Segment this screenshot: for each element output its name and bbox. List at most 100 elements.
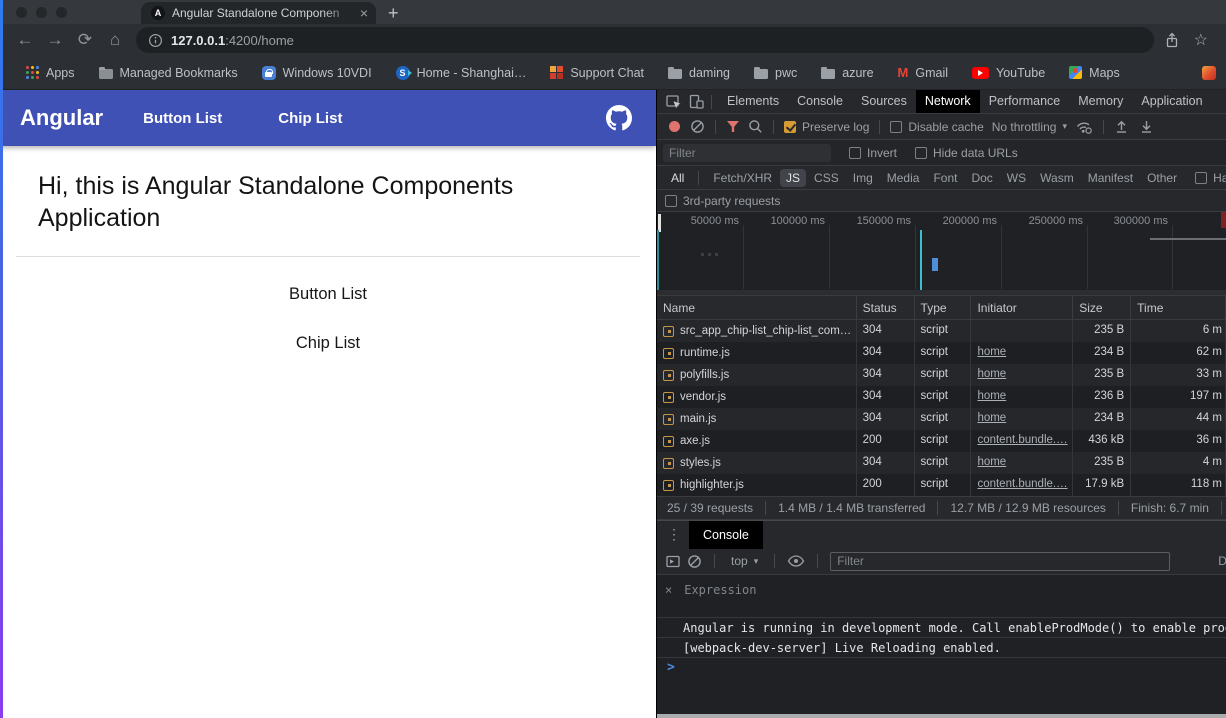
console-pane[interactable]: × Expression Angular is running in devel… (657, 575, 1226, 718)
bookmark-managed-bookmarks[interactable]: Managed Bookmarks (99, 66, 238, 80)
console-filter-input[interactable] (830, 552, 1170, 571)
bookmark-maps[interactable]: Maps (1069, 66, 1120, 80)
more-options-icon[interactable]: ⋮ (657, 526, 689, 543)
request-row[interactable]: vendor.js 304 script home 236 B 197 m (657, 386, 1226, 408)
initiator-link[interactable]: home (977, 368, 1006, 380)
hide-data-urls-checkbox[interactable]: Hide data URLs (915, 146, 1018, 160)
browser-tab[interactable]: A Angular Standalone Componen × (141, 2, 376, 24)
bookmark-folder-azure[interactable]: azure (821, 66, 873, 80)
third-party-checkbox[interactable]: 3rd-party requests (665, 194, 780, 208)
request-row[interactable]: runtime.js 304 script home 234 B 62 m (657, 342, 1226, 364)
request-row[interactable]: styles.js 304 script home 235 B 4 m (657, 452, 1226, 474)
type-filter-ws[interactable]: WS (1001, 169, 1032, 187)
site-info-icon[interactable] (148, 33, 163, 48)
network-conditions-icon[interactable] (1075, 119, 1093, 135)
window-close-button[interactable] (16, 7, 27, 18)
request-row[interactable]: main.js 304 script home 234 B 44 m (657, 408, 1226, 430)
type-filter-other[interactable]: Other (1141, 169, 1183, 187)
network-timeline-overview[interactable]: 50000 ms 100000 ms 150000 ms 200000 ms 2… (657, 212, 1226, 296)
network-filter-input[interactable] (663, 144, 831, 162)
bookmark-apps[interactable]: Apps (26, 66, 75, 80)
drawer-tab-console[interactable]: Console (689, 521, 763, 549)
inspect-element-icon[interactable] (665, 93, 682, 110)
bookmark-windows-10vdi[interactable]: Windows 10VDI (262, 66, 372, 80)
share-icon[interactable] (1164, 32, 1180, 49)
bookmark-youtube[interactable]: YouTube (972, 66, 1045, 80)
context-dropdown[interactable]: top ▾ (727, 554, 762, 568)
column-header-type[interactable]: Type (915, 296, 972, 319)
type-filter-all[interactable]: All (665, 169, 690, 187)
console-sidebar-icon[interactable] (665, 554, 681, 569)
default-levels-dropdown[interactable]: Default levels (1218, 554, 1226, 568)
request-row[interactable]: highlighter.js 200 script content.bundle… (657, 474, 1226, 496)
initiator-link[interactable]: home (977, 390, 1006, 402)
clear-console-icon[interactable] (687, 554, 702, 569)
type-filter-js[interactable]: JS (780, 169, 806, 187)
remove-expression-icon[interactable]: × (665, 583, 672, 617)
tab-elements[interactable]: Elements (718, 90, 788, 113)
type-filter-img[interactable]: Img (847, 169, 879, 187)
request-row[interactable]: axe.js 200 script content.bundle.… 436 k… (657, 430, 1226, 452)
console-prompt-icon[interactable]: > (657, 658, 1226, 678)
type-filter-wasm[interactable]: Wasm (1034, 169, 1080, 187)
type-filter-doc[interactable]: Doc (965, 169, 998, 187)
link-button-list[interactable]: Button List (0, 285, 656, 304)
column-header-time[interactable]: Time (1131, 296, 1226, 319)
column-header-initiator[interactable]: Initiator (971, 296, 1073, 319)
bookmark-folder-pwc[interactable]: pwc (754, 66, 797, 80)
tab-application[interactable]: Application (1132, 90, 1211, 113)
record-icon[interactable] (669, 121, 680, 132)
tab-close-icon[interactable]: × (360, 5, 368, 21)
initiator-link[interactable]: home (977, 412, 1006, 424)
type-filter-font[interactable]: Font (927, 169, 963, 187)
column-header-size[interactable]: Size (1073, 296, 1131, 319)
request-row[interactable]: polyfills.js 304 script home 235 B 33 m (657, 364, 1226, 386)
invert-checkbox[interactable]: Invert (849, 146, 897, 160)
has-blocked-cookies-checkbox[interactable]: Has blocked cookies (1195, 171, 1226, 185)
bookmark-support-chat[interactable]: Support Chat (550, 66, 644, 80)
initiator-link[interactable]: content.bundle.… (977, 434, 1067, 446)
filter-funnel-icon[interactable] (726, 120, 740, 133)
bookmark-gmail[interactable]: M Gmail (898, 66, 949, 80)
import-har-icon[interactable] (1114, 119, 1129, 134)
tab-performance[interactable]: Performance (980, 90, 1070, 113)
initiator-link[interactable]: home (977, 456, 1006, 468)
disable-cache-checkbox[interactable]: Disable cache (890, 120, 983, 134)
column-header-status[interactable]: Status (857, 296, 915, 319)
forward-button[interactable]: → (40, 30, 70, 50)
bookmark-star-icon[interactable]: ☆ (1194, 30, 1208, 50)
link-chip-list[interactable]: Chip List (0, 334, 656, 353)
window-zoom-button[interactable] (56, 7, 67, 18)
bookmark-folder-daming[interactable]: daming (668, 66, 730, 80)
home-button[interactable]: ⌂ (100, 30, 130, 50)
tab-sources[interactable]: Sources (852, 90, 916, 113)
tab-console[interactable]: Console (788, 90, 852, 113)
search-icon[interactable] (748, 119, 763, 134)
live-expression-row[interactable]: × Expression (657, 575, 1226, 618)
preserve-log-checkbox[interactable]: Preserve log (784, 120, 869, 134)
clear-icon[interactable] (690, 119, 705, 134)
type-filter-media[interactable]: Media (881, 169, 926, 187)
type-filter-css[interactable]: CSS (808, 169, 845, 187)
github-icon[interactable] (606, 105, 632, 131)
tab-memory[interactable]: Memory (1069, 90, 1132, 113)
type-filter-manifest[interactable]: Manifest (1082, 169, 1139, 187)
initiator-link[interactable]: content.bundle.… (977, 478, 1067, 490)
reload-button[interactable]: ⟳ (70, 30, 100, 50)
column-header-name[interactable]: Name (657, 296, 857, 319)
initiator-link[interactable]: home (977, 346, 1006, 358)
type-filter-fetch-xhr[interactable]: Fetch/XHR (707, 169, 778, 187)
window-minimize-button[interactable] (36, 7, 47, 18)
tab-network[interactable]: Network (916, 90, 980, 113)
address-bar[interactable]: 127.0.0.1 :4200/home (136, 27, 1154, 53)
back-button[interactable]: ← (10, 30, 40, 50)
eye-icon[interactable] (787, 554, 805, 568)
export-har-icon[interactable] (1139, 119, 1154, 134)
device-toolbar-icon[interactable] (688, 93, 705, 110)
nav-chip-list[interactable]: Chip List (278, 110, 342, 127)
nav-button-list[interactable]: Button List (143, 110, 222, 127)
bookmark-extra-icon[interactable] (1202, 66, 1216, 80)
new-tab-button[interactable]: + (376, 2, 411, 24)
bookmark-home-shanghai[interactable]: S Home - Shanghai… (396, 66, 527, 80)
throttling-dropdown[interactable]: No throttling ▾ (988, 120, 1071, 134)
